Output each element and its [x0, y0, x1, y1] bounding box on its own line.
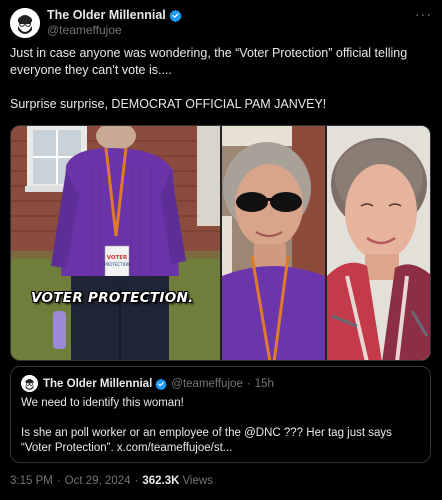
- quoted-author-avatar: [21, 375, 38, 392]
- quoted-author-handle: @teameffujoe: [171, 377, 243, 390]
- author-display-name[interactable]: The Older Millennial: [47, 8, 166, 23]
- meta-separator: ·: [134, 475, 139, 487]
- quoted-text-line-1: We need to identify this woman!: [21, 397, 184, 409]
- woman-outdoors-photo: VOTER PROTECTION: [11, 126, 220, 360]
- tweet-media[interactable]: VOTER PROTECTION VOTER PROTECTION.: [10, 125, 431, 361]
- more-options-icon[interactable]: ···: [415, 6, 432, 22]
- views-count: 362.3K: [142, 475, 180, 487]
- media-panel-portrait: [327, 126, 430, 360]
- tweet-text-line-2: Surprise surprise, DEMOCRAT OFFICIAL PAM…: [10, 97, 327, 111]
- meta-separator: ·: [56, 475, 61, 487]
- quoted-tweet-header: The Older Millennial @teameffujoe · 15h: [21, 375, 420, 392]
- views-label: Views: [182, 475, 213, 487]
- quoted-tweet[interactable]: The Older Millennial @teameffujoe · 15h …: [10, 366, 431, 463]
- author-avatar[interactable]: [10, 8, 40, 38]
- avatar-illustration-icon: [21, 375, 38, 392]
- video-caption: VOTER PROTECTION.: [31, 290, 194, 306]
- tweet-meta: 3:15 PM · Oct 29, 2024 · 362.3K Views: [10, 475, 213, 487]
- media-panel-closeup: [222, 126, 325, 360]
- svg-text:PROTECTION: PROTECTION: [104, 262, 130, 267]
- avatar-illustration-icon: [10, 8, 40, 38]
- quoted-author-name: The Older Millennial: [43, 377, 153, 390]
- woman-portrait-photo: [327, 126, 430, 360]
- post-date[interactable]: Oct 29, 2024: [65, 475, 131, 487]
- quoted-tweet-body: We need to identify this woman! Is she a…: [21, 396, 420, 456]
- media-panel-video-still: VOTER PROTECTION VOTER PROTECTION.: [11, 126, 220, 360]
- tweet-text-line-1: Just in case anyone was wondering, the “…: [10, 46, 408, 77]
- tweet-body: Just in case anyone was wondering, the “…: [10, 45, 432, 130]
- post-time[interactable]: 3:15 PM: [10, 475, 53, 487]
- woman-sunglasses-photo: [222, 126, 325, 360]
- quoted-text-line-2: Is she an poll worker or an employee of …: [21, 427, 392, 454]
- svg-text:VOTER: VOTER: [107, 255, 128, 261]
- tweet-header: The Older Millennial @teameffujoe ···: [10, 6, 432, 40]
- verified-badge-icon: [169, 9, 182, 22]
- quoted-dot-separator: ·: [246, 377, 251, 390]
- verified-badge-icon: [155, 378, 168, 390]
- author-handle[interactable]: @teameffujoe: [47, 23, 182, 38]
- quoted-time: 15h: [254, 377, 274, 390]
